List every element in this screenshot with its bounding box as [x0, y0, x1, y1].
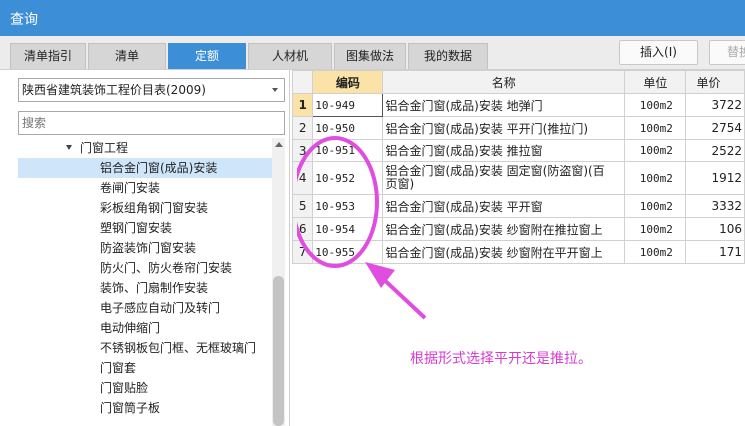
price-cell[interactable]: 3722 — [685, 93, 745, 117]
price-cell[interactable]: 1912 — [685, 161, 745, 195]
tree-item-label: 彩板组角钢门窗安装 — [100, 201, 209, 215]
tree-item[interactable]: 卷闸门安装 — [18, 178, 272, 198]
unit-cell[interactable]: 100m2 — [624, 139, 687, 162]
column-header-price[interactable]: 单价 — [685, 70, 745, 94]
tree-item-label: 防盗装饰门窗安装 — [100, 241, 197, 255]
tree-item[interactable]: 门窗套 — [18, 358, 272, 378]
unit-cell[interactable]: 100m2 — [624, 194, 687, 218]
expand-arrow-icon[interactable] — [66, 145, 72, 150]
insert-button[interactable]: 插入(I) — [619, 40, 698, 65]
price-table-select-value: 陕西省建筑装饰工程价目表(2009) — [22, 83, 206, 97]
tree-item[interactable]: 电动伸缩门 — [18, 318, 272, 338]
annotation-note: 根据形式选择平开还是推拉。 — [410, 351, 592, 367]
unit-cell[interactable]: 100m2 — [624, 93, 687, 117]
row-number: 1 — [291, 93, 314, 117]
scroll-up-arrow-icon[interactable] — [275, 142, 283, 147]
tree-item[interactable]: 防盗装饰门窗安装 — [18, 238, 272, 258]
chevron-down-icon — [272, 88, 278, 92]
category-tree: 门窗工程 铝合金门窗(成品)安装 卷闸门安装 彩板组角钢门窗安装 塑钢门窗安装 … — [18, 138, 272, 426]
price-table-select[interactable]: 陕西省建筑装饰工程价目表(2009) — [18, 78, 285, 102]
unit-cell[interactable]: 100m2 — [624, 161, 687, 195]
tree-item-label: 不锈钢板包门框、无框玻璃门 — [100, 341, 257, 355]
tree-item[interactable]: 门窗筒子板 — [18, 398, 272, 418]
tree-item-label: 门窗筒子板 — [100, 401, 161, 415]
tab-my-data[interactable]: 我的数据 — [408, 43, 488, 69]
price-cell[interactable]: 106 — [685, 217, 745, 241]
window-titlebar: 查询 — [0, 0, 745, 36]
name-cell[interactable]: 铝合金门窗(成品)安装 地弹门 — [382, 93, 626, 117]
highlight-ellipse — [297, 136, 379, 268]
tree-item-label: 电动伸缩门 — [100, 321, 161, 335]
tree-item-label: 装饰、门扇制作安装 — [100, 281, 209, 295]
scrollbar-thumb[interactable] — [273, 276, 284, 426]
tab-quota[interactable]: 定额 — [168, 43, 246, 69]
price-cell[interactable]: 2754 — [685, 116, 745, 140]
tree-item-label: 门窗贴脸 — [100, 381, 149, 395]
tab-list-guide[interactable]: 清单指引 — [10, 43, 86, 69]
code-cell[interactable]: 10-949 — [312, 93, 384, 117]
replace-button[interactable]: 替换 — [709, 40, 745, 65]
tab-labor-material-machine[interactable]: 人材机 — [248, 43, 332, 69]
unit-cell[interactable]: 100m2 — [624, 116, 687, 140]
annotation-overlay — [297, 136, 427, 320]
tree-item[interactable]: 装饰、门扇制作安装 — [18, 278, 272, 298]
unit-cell[interactable]: 100m2 — [624, 217, 687, 241]
tree-item[interactable]: 电子感应自动门及转门 — [18, 298, 272, 318]
price-cell[interactable]: 3332 — [685, 194, 745, 218]
column-header-name[interactable]: 名称 — [382, 70, 626, 94]
price-cell[interactable]: 2522 — [685, 139, 745, 162]
table-row[interactable]: 1 10-949 铝合金门窗(成品)安装 地弹门 100m2 3722 — [291, 93, 745, 117]
tree-scrollbar[interactable] — [272, 138, 285, 426]
window-title: 查询 — [10, 12, 38, 28]
tree-item[interactable]: 不锈钢板包门框、无框玻璃门 — [18, 338, 272, 358]
tree-item-label: 铝合金门窗(成品)安装 — [100, 161, 218, 175]
tree-node-door-window-works[interactable]: 门窗工程 — [18, 138, 272, 158]
tree-item-label: 防火门、防火卷帘门安装 — [100, 261, 233, 275]
tree-node-label: 门窗工程 — [80, 141, 129, 155]
tree-item-label: 电子感应自动门及转门 — [100, 301, 221, 315]
tree-item-label: 塑钢门窗安装 — [100, 221, 173, 235]
price-cell[interactable]: 171 — [685, 240, 745, 264]
tree-item[interactable]: 防火门、防火卷帘门安装 — [18, 258, 272, 278]
tab-atlas-method[interactable]: 图集做法 — [334, 43, 406, 69]
tree-item[interactable]: 门窗贴脸 — [18, 378, 272, 398]
tree-item[interactable]: 塑钢门窗安装 — [18, 218, 272, 238]
search-input[interactable] — [18, 111, 285, 135]
tree-item[interactable]: 彩板组角钢门窗安装 — [18, 198, 272, 218]
unit-cell[interactable]: 100m2 — [624, 240, 687, 264]
column-header-unit[interactable]: 单位 — [624, 70, 687, 94]
column-header-code[interactable]: 编码 — [312, 70, 384, 94]
tree-item-label: 卷闸门安装 — [100, 181, 161, 195]
tree-item-aluminum-door-window[interactable]: 铝合金门窗(成品)安装 — [18, 158, 272, 178]
tab-list[interactable]: 清单 — [88, 43, 166, 69]
tree-item-label: 门窗套 — [100, 361, 137, 375]
row-number-header — [291, 70, 314, 94]
